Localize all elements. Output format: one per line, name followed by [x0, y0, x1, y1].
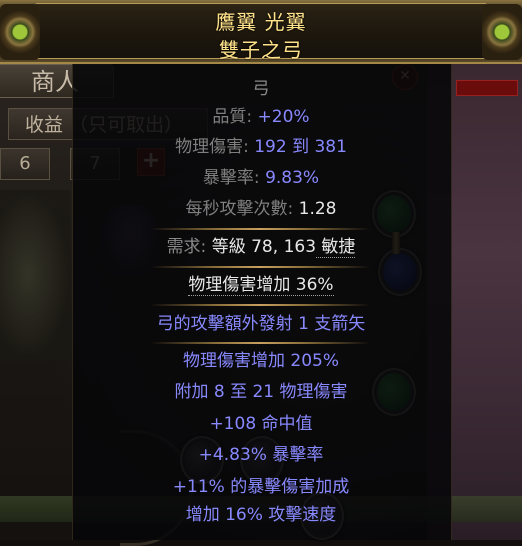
item-class: 弓 — [252, 79, 270, 99]
property-label: 每秒攻擊次數: — [185, 199, 299, 219]
property-crit-chance: 暴擊率: 9.83% — [72, 167, 450, 189]
requirements-level-label: 等級 — [211, 237, 252, 257]
requirements-dex: 163 — [283, 237, 317, 257]
item-tooltip: 鷹翼 光翼 雙子之弓 弓 品質: +20% 物理傷害: 192 到 381 暴擊… — [0, 0, 522, 540]
requirements-level: 78 — [251, 237, 273, 257]
property-quality: 品質: +20% — [72, 106, 450, 128]
property-label: 暴擊率: — [202, 168, 266, 188]
enchant-mod: 物理傷害增加 36% — [188, 275, 334, 296]
tooltip-header: 鷹翼 光翼 雙子之弓 — [0, 0, 522, 64]
separator — [150, 304, 370, 306]
separator — [150, 342, 370, 344]
property-label: 物理傷害: — [175, 137, 255, 157]
explicit-mod: +4.83% 暴擊率 — [198, 445, 324, 465]
item-base-type: 雙子之弓 — [219, 38, 303, 62]
requirements-label: 需求: — [166, 237, 212, 257]
property-value: 9.83% — [265, 168, 320, 188]
requirements: 需求: 等級 78, 163 敏捷 — [166, 237, 356, 258]
explicit-mod: +108 命中值 — [209, 414, 313, 434]
property-attack-speed: 每秒攻擊次數: 1.28 — [72, 198, 450, 220]
property-physical-damage: 物理傷害: 192 到 381 — [72, 136, 450, 158]
explicit-mod: +11% 的暴擊傷害加成 — [172, 477, 350, 497]
implicit-mod: 弓的攻擊額外發射 1 支箭矢 — [156, 314, 366, 334]
separator — [150, 266, 370, 268]
property-value: 1.28 — [298, 199, 337, 219]
property-value: 192 到 381 — [254, 137, 347, 157]
separator — [150, 228, 370, 230]
property-label: 品質: — [212, 107, 258, 127]
property-value: +20% — [257, 107, 310, 127]
explicit-mod: 增加 16% 攻擊速度 — [185, 505, 337, 525]
explicit-mod: 附加 8 至 21 物理傷害 — [174, 382, 348, 402]
requirements-dex-label: 敏捷 — [316, 237, 356, 258]
explicit-mod: 物理傷害增加 205% — [182, 351, 339, 371]
item-name: 鷹翼 光翼 — [215, 10, 307, 34]
